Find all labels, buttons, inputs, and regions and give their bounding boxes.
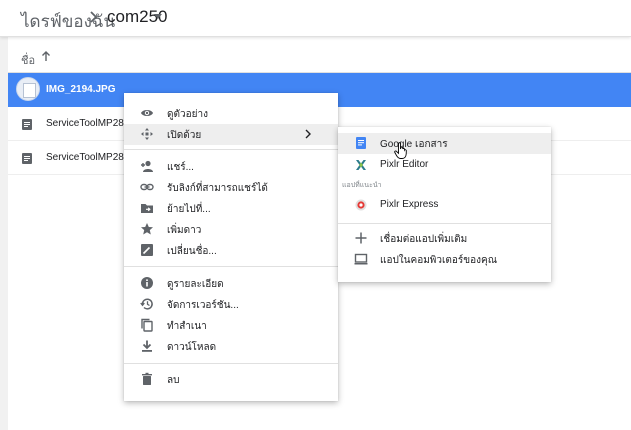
link-icon (140, 183, 154, 191)
file-icon (22, 119, 32, 130)
menu-item-open-with[interactable]: เปิดด้วย (124, 124, 338, 145)
computer-icon (354, 253, 368, 265)
menu-item-label: ดูตัวอย่าง (167, 109, 208, 120)
menu-item-label: เชื่อมต่อแอปเพิ่มเติม (380, 234, 468, 245)
menu-divider (124, 149, 338, 150)
menu-item-preview[interactable]: ดูตัวอย่าง (124, 103, 338, 124)
menu-item-details[interactable]: ดูรายละเอียด (124, 273, 338, 294)
menu-item-label: รับลิงก์ที่สามารถแชร์ได้ (167, 183, 268, 194)
menu-item-label: ทำสำเนา (167, 321, 207, 332)
menu-item-get-link[interactable]: รับลิงก์ที่สามารถแชร์ได้ (124, 177, 338, 198)
menu-item-label: เปิดด้วย (167, 130, 202, 141)
image-thumbnail-icon (16, 77, 40, 101)
menu-item-download[interactable]: ดาวน์โหลด (124, 336, 338, 357)
download-icon (142, 340, 152, 352)
star-icon (141, 223, 153, 235)
menu-divider (124, 266, 338, 267)
menu-item-label: ย้ายไปที่... (167, 204, 211, 215)
rename-icon (141, 244, 153, 256)
plus-icon (355, 232, 367, 244)
menu-item-move[interactable]: ย้ายไปที่... (124, 198, 338, 219)
menu-item-label: แอปในคอมพิวเตอร์ของคุณ (380, 255, 497, 266)
info-icon (141, 277, 153, 289)
hand-cursor-icon (394, 142, 407, 159)
menu-item-label: Pixlr Editor (380, 159, 429, 170)
eye-icon (141, 110, 153, 116)
column-header-name[interactable]: ชื่อ (21, 51, 35, 69)
file-icon (22, 153, 32, 164)
trash-icon (142, 372, 152, 385)
chevron-right-icon (305, 129, 311, 139)
context-menu: ดูตัวอย่าง เปิดด้วย แชร์... รับลิงก์ที่ส… (124, 93, 338, 401)
open-with-submenu: Google เอกสาร Pixlr Editor แอปที่แนะนำ P… (338, 127, 551, 282)
menu-item-make-copy[interactable]: ทำสำเนา (124, 315, 338, 336)
file-name: IMG_2194.JPG (46, 84, 116, 95)
menu-item-label: Pixlr Express (380, 199, 439, 210)
open-with-icon (141, 128, 153, 140)
google-docs-icon (356, 137, 366, 149)
sort-arrow-up-icon[interactable] (40, 50, 52, 62)
left-edge (0, 37, 8, 430)
menu-item-label: จัดการเวอร์ชัน... (167, 300, 239, 311)
move-folder-icon (141, 204, 153, 213)
menu-item-label: ดาวน์โหลด (167, 342, 217, 353)
file-name: ServiceToolMP287V (46, 118, 137, 129)
menu-item-share[interactable]: แชร์... (124, 156, 338, 177)
suggested-apps-header: แอปที่แนะนำ (342, 182, 382, 189)
submenu-item-pixlr-editor[interactable]: Pixlr Editor (338, 155, 551, 176)
share-person-icon (141, 160, 153, 172)
pixlr-express-icon (355, 199, 367, 211)
top-header: ไดรฟ์ของฉัน com250 (0, 0, 631, 37)
history-icon (140, 298, 153, 310)
menu-divider (338, 223, 551, 224)
menu-item-label: แชร์... (167, 162, 194, 173)
submenu-item-pixlr-express[interactable]: Pixlr Express (338, 195, 551, 216)
submenu-item-google-docs[interactable]: Google เอกสาร (338, 133, 551, 154)
menu-item-rename[interactable]: เปลี่ยนชื่อ... (124, 240, 338, 261)
menu-item-label: เปลี่ยนชื่อ... (167, 246, 217, 257)
menu-item-label: ดูรายละเอียด (167, 279, 224, 290)
menu-item-label: เพิ่มดาว (167, 225, 202, 236)
menu-divider (124, 363, 338, 364)
menu-item-add-star[interactable]: เพิ่มดาว (124, 219, 338, 240)
caret-down-icon[interactable] (154, 14, 162, 19)
copy-icon (141, 318, 153, 332)
menu-item-label: ลบ (167, 375, 180, 386)
chevron-right-icon (90, 11, 98, 23)
menu-item-delete[interactable]: ลบ (124, 369, 338, 390)
menu-item-manage-versions[interactable]: จัดการเวอร์ชัน... (124, 294, 338, 315)
menu-item-label: Google เอกสาร (380, 139, 448, 150)
submenu-item-connect-more-apps[interactable]: เชื่อมต่อแอปเพิ่มเติม (338, 228, 551, 249)
pixlr-editor-icon (356, 160, 366, 170)
submenu-item-computer-apps[interactable]: แอปในคอมพิวเตอร์ของคุณ (338, 249, 551, 270)
